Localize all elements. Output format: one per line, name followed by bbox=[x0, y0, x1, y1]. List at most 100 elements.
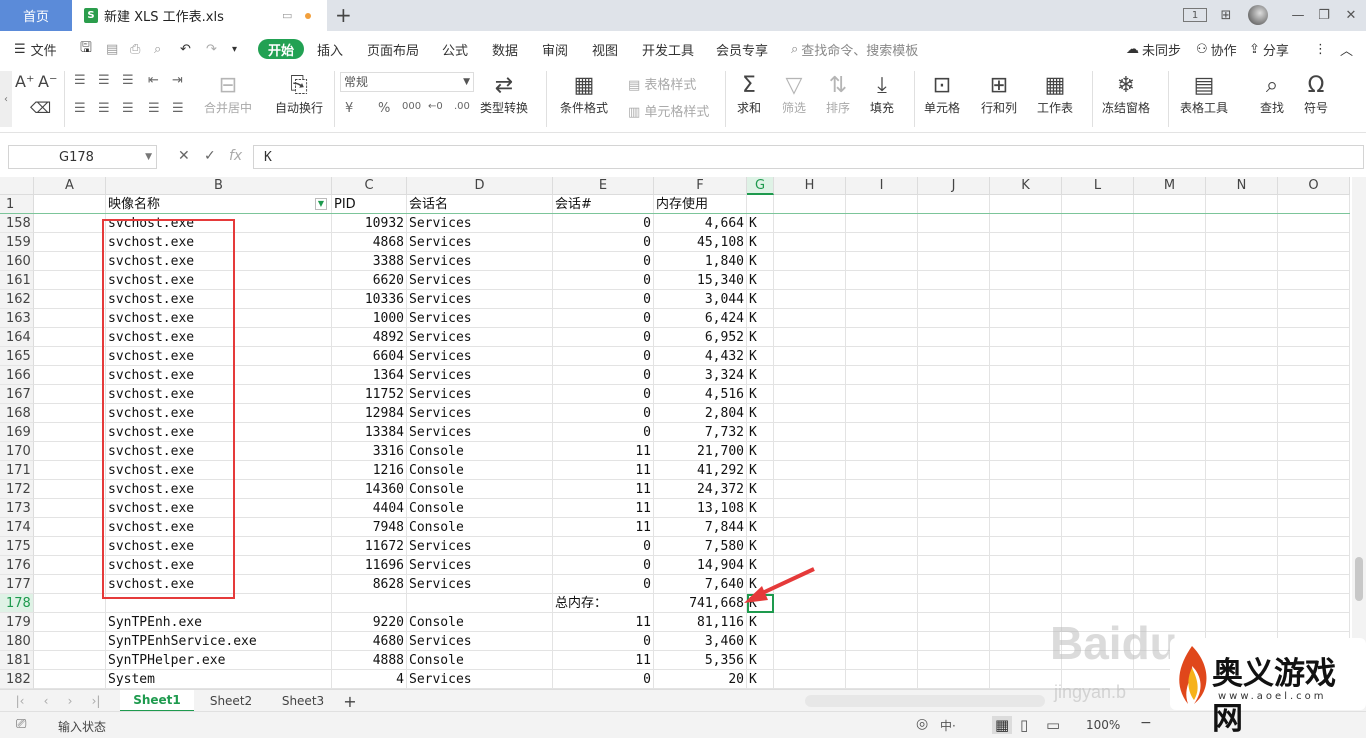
cell-session-num[interactable]: 0 bbox=[553, 366, 654, 385]
find-button[interactable]: ⌕ 查找 bbox=[1260, 71, 1284, 116]
cell-session-num[interactable]: 0 bbox=[553, 271, 654, 290]
cell[interactable] bbox=[918, 632, 990, 651]
cell[interactable] bbox=[990, 499, 1062, 518]
cell-memory[interactable]: 4,664 bbox=[654, 214, 747, 233]
clear-format-icon[interactable]: ⌫ bbox=[30, 99, 51, 117]
cell-session-num[interactable]: 0 bbox=[553, 328, 654, 347]
cell-session-num[interactable]: 0 bbox=[553, 423, 654, 442]
cell[interactable] bbox=[990, 271, 1062, 290]
cell-pid[interactable]: 7948 bbox=[332, 518, 407, 537]
cell[interactable] bbox=[1134, 290, 1206, 309]
cell-pid[interactable]: 4888 bbox=[332, 651, 407, 670]
row-header[interactable]: 176 bbox=[0, 556, 34, 575]
prev-sheet-icon[interactable]: ‹ bbox=[36, 690, 56, 712]
cell-session-name[interactable] bbox=[407, 594, 553, 613]
cell[interactable] bbox=[1278, 214, 1350, 233]
cell-pid[interactable]: 4404 bbox=[332, 499, 407, 518]
cell-pid[interactable]: 8628 bbox=[332, 575, 407, 594]
cell-memory[interactable]: 6,424 bbox=[654, 309, 747, 328]
cell[interactable] bbox=[846, 385, 918, 404]
cell[interactable] bbox=[774, 499, 846, 518]
cell-session-num[interactable]: 11 bbox=[553, 480, 654, 499]
cell-unit[interactable]: K bbox=[747, 632, 774, 651]
cell[interactable] bbox=[1134, 442, 1206, 461]
cell[interactable] bbox=[774, 404, 846, 423]
cell[interactable] bbox=[918, 328, 990, 347]
header-cell-session-num[interactable]: 会话# bbox=[553, 195, 654, 214]
cell[interactable] bbox=[918, 442, 990, 461]
cell[interactable] bbox=[1206, 518, 1278, 537]
cell[interactable] bbox=[1062, 499, 1134, 518]
cell-pid[interactable]: 11672 bbox=[332, 537, 407, 556]
cell[interactable] bbox=[774, 290, 846, 309]
cell-memory[interactable]: 7,580 bbox=[654, 537, 747, 556]
row-header[interactable]: 178 bbox=[0, 594, 34, 613]
header-cell-image-name[interactable]: 映像名称 ▼ bbox=[106, 195, 332, 214]
cell-session-num[interactable]: 0 bbox=[553, 556, 654, 575]
cell-pid[interactable]: 6620 bbox=[332, 271, 407, 290]
header-cell-pid[interactable]: PID bbox=[332, 195, 407, 214]
cell[interactable] bbox=[774, 651, 846, 670]
row-header[interactable]: 161 bbox=[0, 271, 34, 290]
cell-memory[interactable]: 741,668 bbox=[654, 594, 747, 613]
cell-session-name[interactable]: Console bbox=[407, 518, 553, 537]
cell[interactable] bbox=[774, 537, 846, 556]
cell[interactable] bbox=[846, 575, 918, 594]
tab-data[interactable]: 数据 bbox=[492, 39, 518, 59]
decimal-increase-icon[interactable]: ←0 bbox=[428, 101, 443, 112]
indent-increase-icon[interactable]: ⇥ bbox=[172, 73, 183, 88]
distribute-icon[interactable]: ☰ bbox=[172, 101, 184, 116]
cell-session-num[interactable]: 0 bbox=[553, 632, 654, 651]
row-header[interactable]: 168 bbox=[0, 404, 34, 423]
cell-session-name[interactable]: Services bbox=[407, 385, 553, 404]
column-header-b[interactable]: B bbox=[106, 177, 332, 195]
cell[interactable] bbox=[1206, 366, 1278, 385]
cell-pid[interactable]: 12984 bbox=[332, 404, 407, 423]
decimal-decrease-icon[interactable]: .00 bbox=[454, 101, 470, 112]
row-header[interactable]: 165 bbox=[0, 347, 34, 366]
cell[interactable] bbox=[1134, 271, 1206, 290]
cell-pid[interactable]: 3316 bbox=[332, 442, 407, 461]
row-header[interactable]: 182 bbox=[0, 670, 34, 689]
cell[interactable] bbox=[1134, 195, 1206, 214]
cell-pid[interactable] bbox=[332, 594, 407, 613]
cell[interactable] bbox=[1206, 461, 1278, 480]
cell[interactable] bbox=[774, 233, 846, 252]
cell-pid[interactable]: 4868 bbox=[332, 233, 407, 252]
cell[interactable] bbox=[1062, 442, 1134, 461]
tab-document[interactable]: S 新建 XLS 工作表.xls ▭ bbox=[72, 0, 327, 31]
cell[interactable] bbox=[990, 347, 1062, 366]
cell-session-num[interactable]: 0 bbox=[553, 290, 654, 309]
cell[interactable] bbox=[918, 556, 990, 575]
tab-developer[interactable]: 开发工具 bbox=[642, 39, 694, 59]
cell[interactable] bbox=[774, 632, 846, 651]
cell[interactable] bbox=[1062, 309, 1134, 328]
cell[interactable] bbox=[1134, 328, 1206, 347]
cell-memory[interactable]: 81,116 bbox=[654, 613, 747, 632]
undo-icon[interactable]: ↶ bbox=[180, 39, 191, 59]
cell-pid[interactable]: 1000 bbox=[332, 309, 407, 328]
cell-pid[interactable]: 10336 bbox=[332, 290, 407, 309]
table-style-button[interactable]: ▤ 表格样式 bbox=[628, 74, 696, 93]
cell[interactable] bbox=[846, 594, 918, 613]
cell[interactable] bbox=[774, 613, 846, 632]
cell[interactable] bbox=[34, 480, 106, 499]
cell[interactable] bbox=[846, 670, 918, 689]
align-right-icon[interactable]: ☰ bbox=[122, 101, 134, 116]
cell[interactable] bbox=[846, 480, 918, 499]
file-menu[interactable]: ☰ 文件 bbox=[14, 39, 57, 59]
cell-session-name[interactable]: Services bbox=[407, 423, 553, 442]
cell[interactable] bbox=[918, 499, 990, 518]
tab-formula[interactable]: 公式 bbox=[442, 39, 468, 59]
cell-image-name[interactable]: SynTPEnh.exe bbox=[106, 613, 332, 632]
column-header-a[interactable]: A bbox=[34, 177, 106, 195]
cell-memory[interactable]: 3,324 bbox=[654, 366, 747, 385]
cell[interactable] bbox=[34, 518, 106, 537]
cell[interactable] bbox=[990, 252, 1062, 271]
cell[interactable] bbox=[774, 214, 846, 233]
column-header-l[interactable]: L bbox=[1062, 177, 1134, 195]
cell[interactable] bbox=[774, 195, 846, 214]
cell[interactable] bbox=[1062, 385, 1134, 404]
cell[interactable] bbox=[1206, 480, 1278, 499]
cell[interactable] bbox=[774, 366, 846, 385]
